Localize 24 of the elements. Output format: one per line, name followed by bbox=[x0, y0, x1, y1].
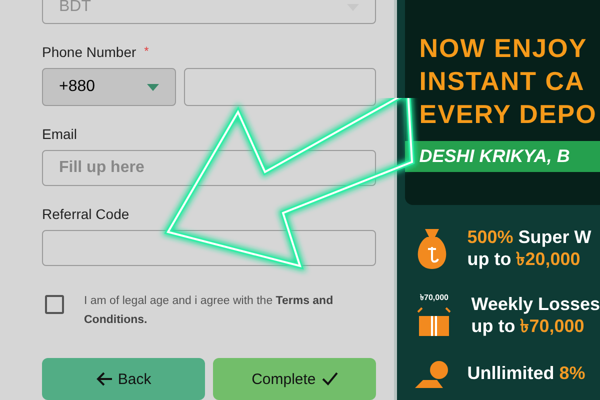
banner-headline: INSTANT CA bbox=[418, 65, 586, 98]
field-label: Email bbox=[42, 126, 78, 142]
check-icon bbox=[322, 372, 338, 386]
promo-text: Weekly Losses bbox=[471, 292, 600, 314]
country-code-select[interactable]: +880 bbox=[42, 68, 176, 106]
prize-amount: ৳70,000 bbox=[420, 292, 448, 304]
required-mark: * bbox=[144, 44, 149, 60]
field-label: Phone Number bbox=[42, 44, 136, 60]
banner-headline: EVERY DEPO bbox=[418, 98, 598, 131]
promo-text: 500% Super W bbox=[467, 226, 592, 248]
agree-checkbox[interactable] bbox=[45, 295, 64, 314]
email-input[interactable]: Fill up here bbox=[42, 150, 376, 186]
caret-icon bbox=[147, 84, 159, 91]
promo-text: up to ৳20,000 bbox=[467, 248, 582, 270]
agree-text: I am of legal age and i agree with the Terms and Conditions. bbox=[84, 294, 334, 328]
promo-text: up to ৳70,000 bbox=[471, 314, 586, 336]
banner-strip: DESHI KRIKYA, B bbox=[405, 141, 600, 172]
arrow-left-icon bbox=[96, 372, 112, 386]
promo-text: Unllimited 8% bbox=[467, 362, 586, 384]
banner-headline: NOW ENJOY bbox=[418, 32, 588, 65]
field-label: Referral Code bbox=[42, 206, 130, 222]
phone-input[interactable] bbox=[184, 68, 376, 106]
back-button[interactable]: Back bbox=[42, 358, 206, 400]
complete-button[interactable]: Complete bbox=[213, 358, 376, 400]
